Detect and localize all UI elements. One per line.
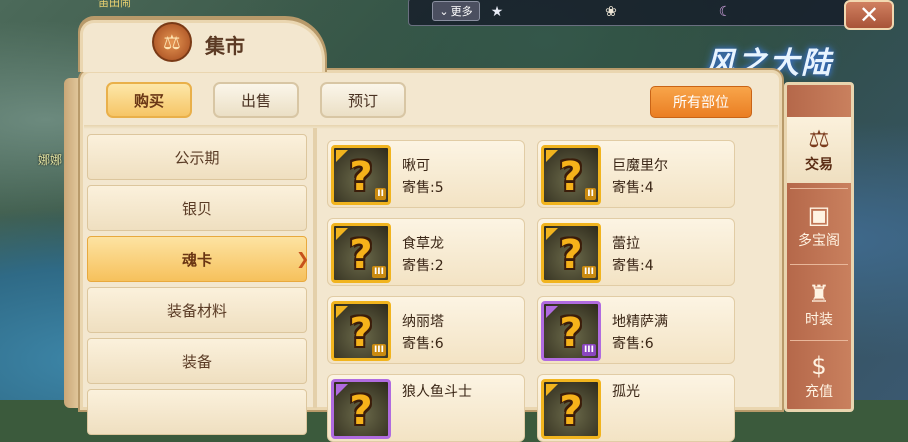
side-tab-treasure[interactable]: ▣ 多宝阁 (787, 193, 851, 259)
soul-card-item[interactable]: ? 狼人鱼斗士 (327, 374, 525, 442)
chevron-right-icon: ❯ (296, 249, 310, 268)
soul-card-item[interactable]: ? 孤光 (537, 374, 735, 442)
question-mark-icon: ? (349, 388, 373, 434)
card-name: 食草龙 (402, 236, 444, 252)
more-button-label: 更多 (450, 5, 473, 18)
treasure-chest-icon: ▣ (807, 201, 831, 229)
tier-badge: III (371, 344, 386, 356)
soul-card-item[interactable]: ? III 纳丽塔 寄售:6 (327, 296, 525, 364)
card-portrait: ? III (541, 301, 601, 361)
side-tab-label: 多宝阁 (798, 233, 840, 249)
category-soul-card[interactable]: 魂卡 (87, 236, 307, 282)
background-text: 笛田闹 (98, 0, 131, 9)
divider (790, 188, 848, 189)
card-portrait: ? III (541, 223, 601, 283)
card-portrait: ? (541, 379, 601, 439)
side-tab-trade[interactable]: ⚖ 交易 (787, 117, 851, 183)
card-name: 地精萨满 (612, 314, 668, 330)
card-consign-count: 寄售:4 (612, 180, 654, 196)
divider (84, 125, 778, 129)
jacket-icon: ♜ (808, 280, 830, 308)
side-tab-label: 充值 (805, 384, 833, 400)
card-consign-count: 寄售:4 (612, 258, 654, 274)
card-portrait: ? (331, 379, 391, 439)
column-separator (313, 128, 317, 408)
card-name: 蕾拉 (612, 236, 640, 252)
shell-icon[interactable]: ❀ (600, 1, 622, 23)
category-publicity[interactable]: 公示期 (87, 134, 307, 180)
close-button[interactable]: ✕ (844, 0, 894, 30)
category-silver-shell[interactable]: 银贝 (87, 185, 307, 231)
soul-card-item[interactable]: ? III 食草龙 寄售:2 (327, 218, 525, 286)
market-scale-icon: ⚖ (152, 22, 192, 62)
tier-badge: III (581, 344, 596, 356)
soul-card-item[interactable]: ? III 地精萨满 寄售:6 (537, 296, 735, 364)
soul-card-item[interactable]: ? II 啾可 寄售:5 (327, 140, 525, 208)
dollar-icon: $ (811, 352, 827, 380)
divider (790, 340, 848, 341)
side-tab-recharge[interactable]: $ 充值 (787, 344, 851, 410)
scale-icon: ⚖ (808, 125, 830, 153)
card-name: 纳丽塔 (402, 314, 444, 330)
divider (790, 264, 848, 265)
card-portrait: ? III (331, 301, 391, 361)
tier-badge: II (585, 188, 596, 200)
card-name: 狼人鱼斗士 (402, 384, 472, 400)
card-name: 啾可 (402, 158, 430, 174)
card-portrait: ? II (331, 145, 391, 205)
category-equipment[interactable]: 装备 (87, 338, 307, 384)
card-consign-count: 寄售:6 (402, 336, 444, 352)
card-portrait: ? III (331, 223, 391, 283)
tab-buy[interactable]: 购买 (106, 82, 192, 118)
tier-badge: II (375, 188, 386, 200)
soul-card-item[interactable]: ? III 蕾拉 寄售:4 (537, 218, 735, 286)
category-equip-materials[interactable]: 装备材料 (87, 287, 307, 333)
page-title: 集市 (205, 34, 245, 58)
chevron-down-icon: ⌄ (439, 4, 449, 18)
soul-card-item[interactable]: ? II 巨魔里尔 寄售:4 (537, 140, 735, 208)
side-tab-label: 时装 (805, 312, 833, 328)
category-more[interactable] (87, 389, 307, 435)
question-mark-icon: ? (559, 388, 583, 434)
card-consign-count: 寄售:6 (612, 336, 654, 352)
card-name: 孤光 (612, 384, 640, 400)
moon-icon[interactable]: ☾ (714, 1, 736, 23)
tab-reserve[interactable]: 预订 (320, 82, 406, 118)
tab-sell[interactable]: 出售 (213, 82, 299, 118)
npc-name-label: 娜娜 (38, 153, 63, 167)
more-button[interactable]: ⌄ 更多 (432, 1, 480, 21)
tier-badge: III (581, 266, 596, 278)
side-tab-label: 交易 (805, 157, 833, 173)
all-slots-filter-button[interactable]: 所有部位 (650, 86, 752, 118)
panel-header-tab (80, 20, 325, 72)
tier-badge: III (371, 266, 386, 278)
side-tab-fashion[interactable]: ♜ 时装 (787, 272, 851, 338)
card-name: 巨魔里尔 (612, 158, 668, 174)
close-icon: ✕ (858, 1, 880, 29)
star-icon[interactable]: ★ (486, 1, 508, 23)
card-consign-count: 寄售:2 (402, 258, 444, 274)
card-portrait: ? II (541, 145, 601, 205)
card-consign-count: 寄售:5 (402, 180, 444, 196)
